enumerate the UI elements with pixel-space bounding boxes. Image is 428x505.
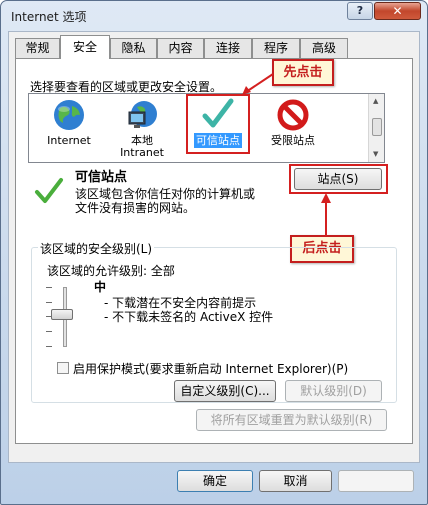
tab-privacy[interactable]: 隐私 [110, 38, 157, 58]
tab-general[interactable]: 常规 [15, 38, 60, 58]
scroll-up-icon[interactable]: ▲ [373, 97, 378, 105]
close-button[interactable]: ✕ [374, 2, 421, 20]
tab-connections[interactable]: 连接 [204, 38, 252, 58]
cancel-button[interactable]: 取消 [259, 470, 332, 492]
protected-mode-checkbox[interactable] [57, 362, 69, 374]
arrow-to-trusted-icon [242, 73, 274, 95]
arrow-to-sites-icon [321, 193, 331, 236]
custom-level-button[interactable]: 自定义级别(C)... [174, 380, 276, 402]
scroll-down-icon[interactable]: ▼ [373, 150, 378, 158]
zone-internet[interactable]: Internet [36, 98, 102, 147]
slider-tick [46, 346, 52, 347]
security-level-group-label: 该区域的安全级别(L) [38, 240, 155, 257]
title-bar[interactable]: Internet 选项 ? ✕ [1, 1, 427, 31]
reset-all-zones-button[interactable]: 将所有区域重置为默认级别(R) [196, 409, 387, 431]
slider-tick [46, 287, 52, 288]
help-button[interactable]: ? [347, 2, 373, 20]
level-description-2: - 不下载未签名的 ActiveX 控件 [104, 310, 274, 324]
trusted-check-icon [35, 178, 63, 203]
security-level-slider[interactable] [51, 309, 73, 320]
restricted-icon [277, 99, 309, 131]
zone-list-scrollbar[interactable]: ▲ ▼ [368, 94, 384, 162]
zone-restricted-sites[interactable]: 受限站点 [262, 98, 324, 147]
tab-programs[interactable]: 程序 [252, 38, 300, 58]
tab-content[interactable]: 内容 [157, 38, 204, 58]
tab-security[interactable]: 安全 [60, 35, 110, 59]
callout-first-click: 先点击 [272, 59, 334, 86]
allowed-levels-label: 该区域的允许级别: 全部 [47, 264, 175, 278]
zone-internet-label: Internet [47, 134, 91, 147]
globe-icon [54, 100, 84, 130]
highlight-box-sites [289, 164, 388, 194]
slider-tick [46, 302, 52, 303]
level-name: 中 [94, 280, 107, 294]
zone-title: 可信站点 [75, 170, 128, 185]
slider-tick [46, 331, 52, 332]
tab-advanced[interactable]: 高级 [300, 38, 348, 58]
zone-local-label-2: Intranet [120, 146, 164, 159]
zone-description-2: 文件没有损害的网站。 [75, 201, 196, 215]
window-title: Internet 选项 [11, 10, 87, 24]
protected-mode-label: 启用保护模式(要求重新启动 Internet Explorer)(P) [73, 362, 349, 376]
default-level-button[interactable]: 默认级别(D) [285, 380, 382, 402]
local-network-icon [128, 101, 157, 128]
scroll-thumb[interactable] [372, 118, 382, 136]
zone-local-intranet[interactable]: 本地 Intranet [108, 98, 176, 159]
apply-button[interactable] [338, 470, 414, 492]
zone-restricted-label: 受限站点 [271, 134, 315, 147]
ok-button[interactable]: 确定 [177, 470, 253, 492]
highlight-box-trusted [186, 94, 250, 154]
